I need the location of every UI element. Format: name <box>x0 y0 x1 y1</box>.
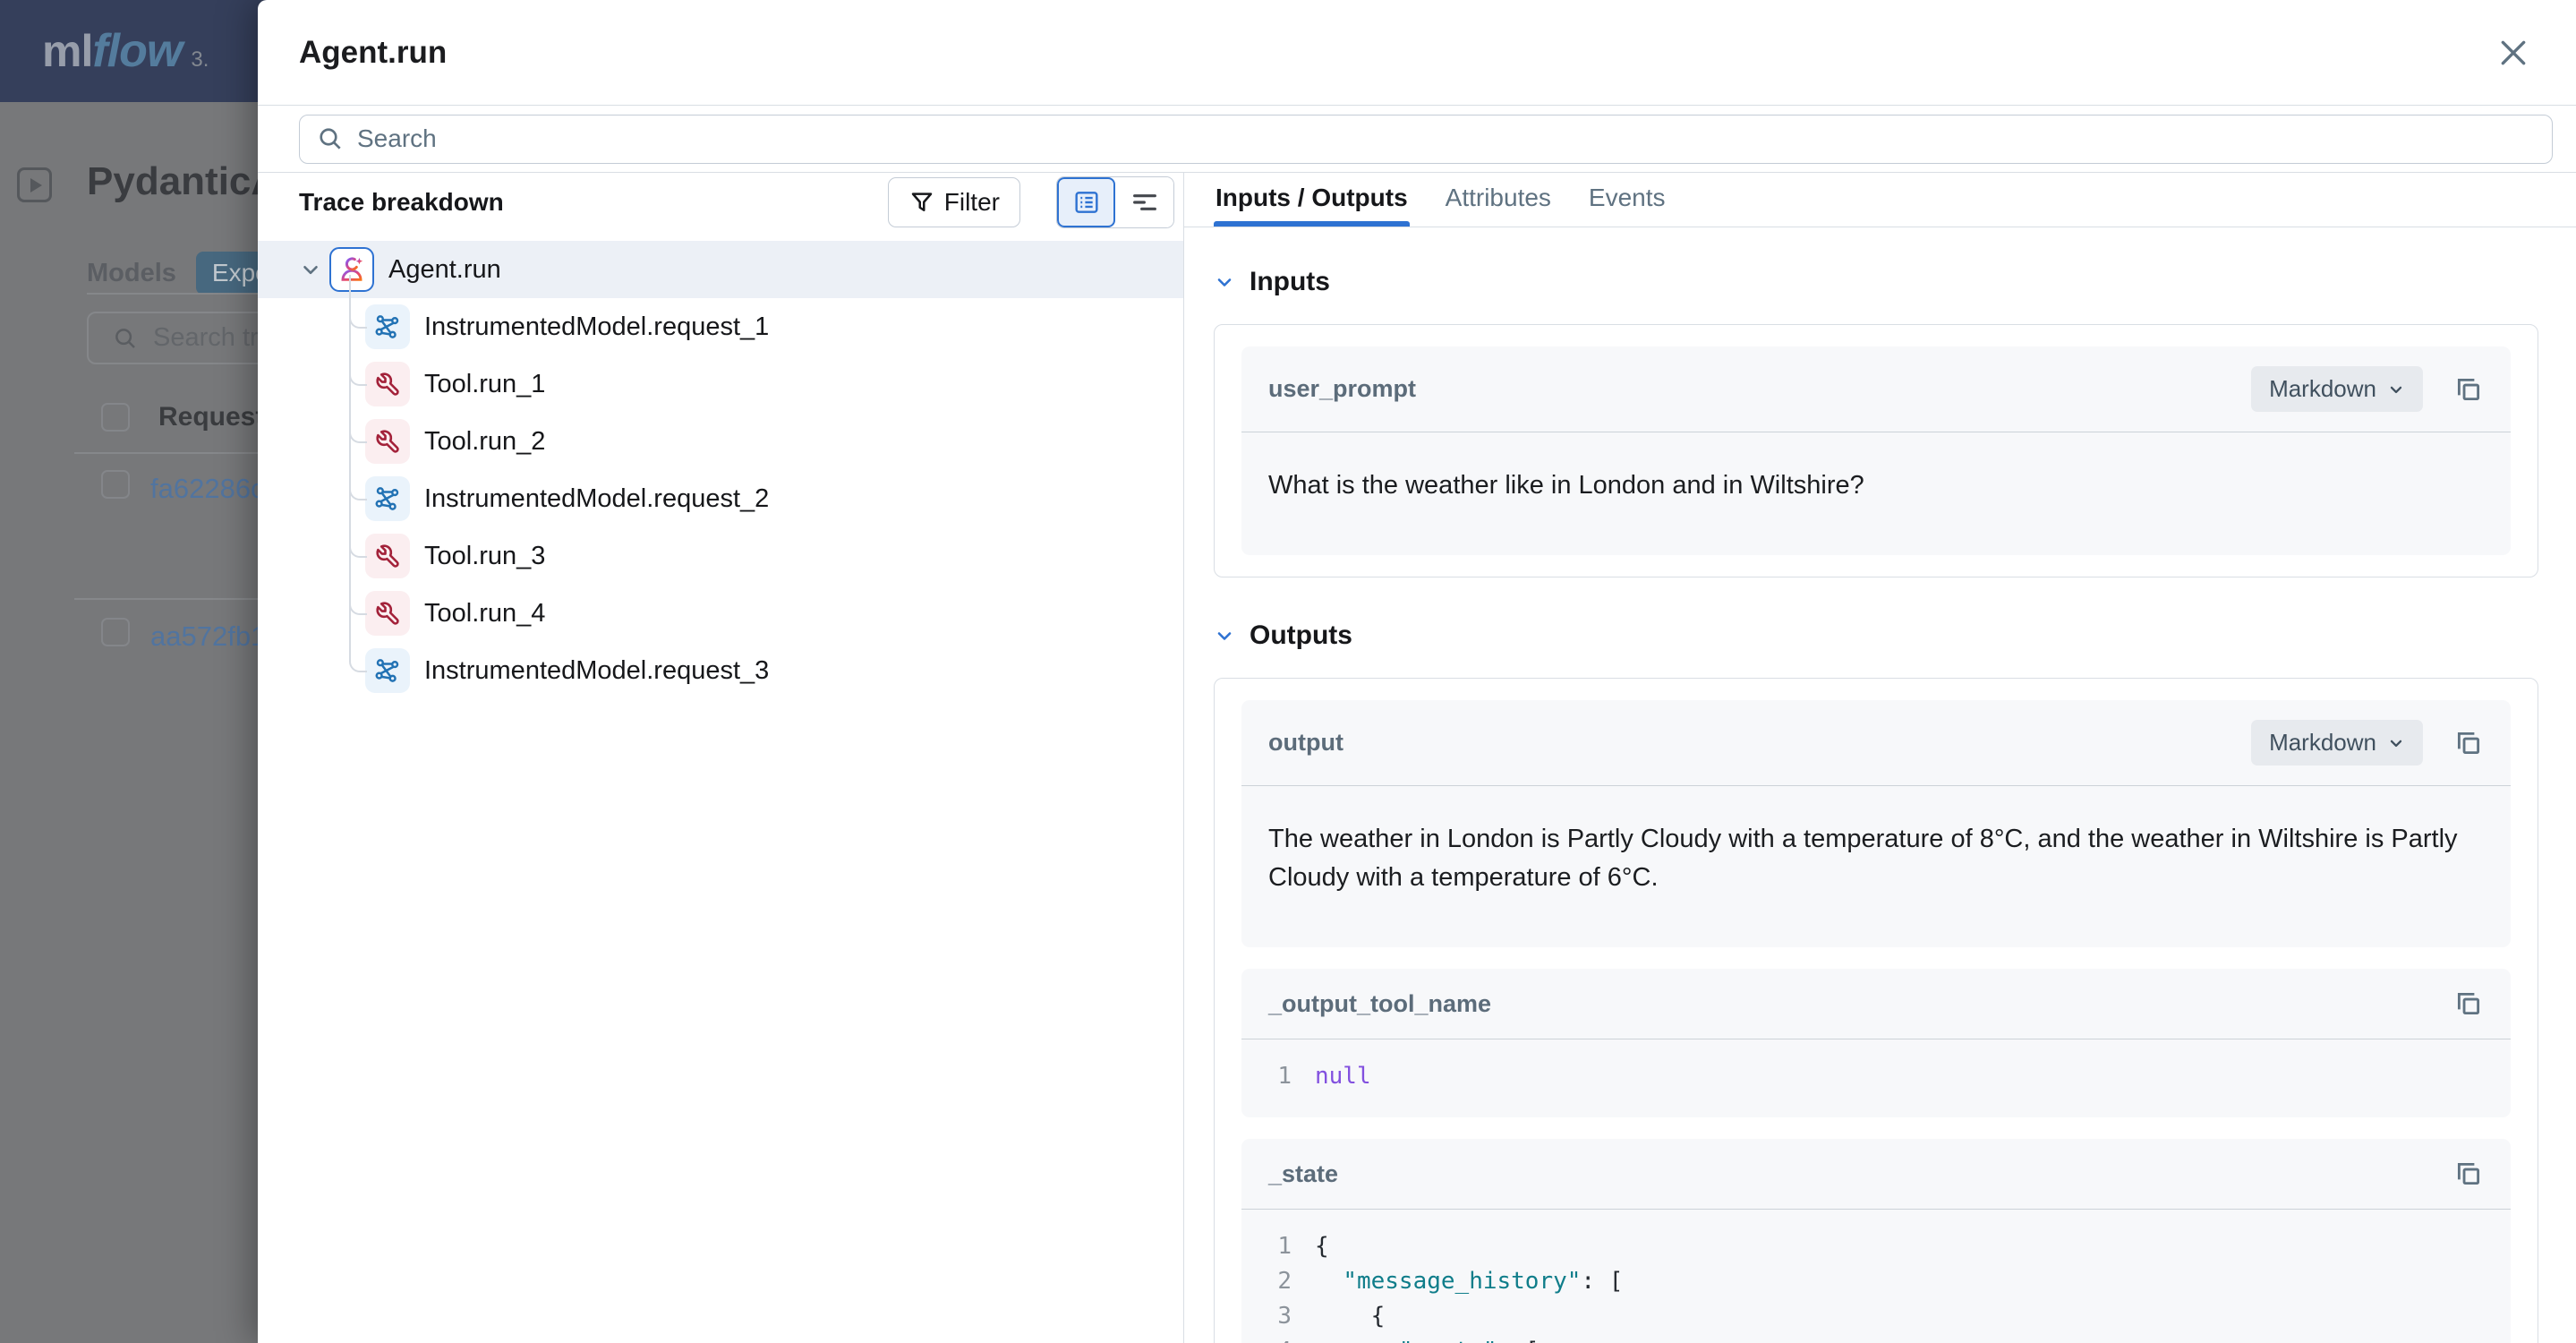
tree-node-label: Tool.run_2 <box>424 427 545 457</box>
tree-node-label: InstrumentedModel.request_3 <box>424 656 769 686</box>
tab-attributes[interactable]: Attributes <box>1444 184 1553 227</box>
output-field: output Markdown The w <box>1241 700 2511 947</box>
outputs-section-header[interactable]: Outputs <box>1214 620 2538 651</box>
trace-link[interactable]: fa62286c <box>150 473 265 505</box>
tree-node-label: Tool.run_1 <box>424 370 545 399</box>
span-search-input[interactable] <box>357 124 2552 153</box>
tree-node-label: Tool.run_4 <box>424 599 545 629</box>
copy-button[interactable] <box>2453 1159 2484 1189</box>
tree-node-label: InstrumentedModel.request_1 <box>424 312 769 342</box>
model-icon <box>374 485 401 512</box>
timeline-view-icon <box>1130 188 1159 217</box>
tab-inputs-outputs[interactable]: Inputs / Outputs <box>1214 184 1410 227</box>
inputs-section-header[interactable]: Inputs <box>1214 267 2538 297</box>
tool-icon <box>374 428 401 455</box>
copy-icon <box>2453 728 2484 758</box>
trace-link[interactable]: aa572fb1 <box>150 620 266 653</box>
tree-node-model-request-2[interactable]: InstrumentedModel.request_2 <box>258 470 1183 527</box>
renderer-select[interactable]: Markdown <box>2251 720 2423 766</box>
outputs-card: output Markdown The w <box>1214 678 2538 1343</box>
timeline-view-toggle[interactable] <box>1115 177 1173 227</box>
sidebar-expand-icon[interactable] <box>17 167 52 202</box>
row-checkbox[interactable] <box>101 470 130 499</box>
chevron-down-icon <box>2387 381 2405 398</box>
mlflow-logo[interactable]: ml flow 3. <box>42 24 209 78</box>
modal-title: Agent.run <box>299 35 447 71</box>
copy-button[interactable] <box>2453 374 2484 405</box>
field-key: user_prompt <box>1268 375 1416 403</box>
request-column-header: Request <box>158 402 264 432</box>
chevron-down-icon <box>1214 271 1235 293</box>
state-field: _state 1 { <box>1241 1139 2511 1343</box>
output-tool-name-field: _output_tool_name 1 null <box>1241 969 2511 1117</box>
field-key: output <box>1268 729 1343 757</box>
tree-node-label: InstrumentedModel.request_2 <box>424 484 769 514</box>
field-key: _output_tool_name <box>1268 990 1491 1018</box>
list-view-icon <box>1072 188 1101 217</box>
field-value: What is the weather like in London and i… <box>1241 432 2511 555</box>
tree-node-model-request-3[interactable]: InstrumentedModel.request_3 <box>258 642 1183 699</box>
trace-breakdown-panel: Trace breakdown Filter <box>258 173 1184 1343</box>
field-key: _state <box>1268 1160 1338 1188</box>
modal-search-row <box>258 106 2576 173</box>
field-value: The weather in London is Partly Cloudy w… <box>1241 786 2511 947</box>
model-icon <box>374 657 401 684</box>
span-detail-panel: Inputs / Outputs Attributes Events Input… <box>1184 173 2576 1343</box>
detail-content: Inputs user_prompt Markdown <box>1184 227 2576 1343</box>
tree-node-model-request-1[interactable]: InstrumentedModel.request_1 <box>258 298 1183 355</box>
tab-events[interactable]: Events <box>1587 184 1668 227</box>
tree-view-toggle[interactable] <box>1057 177 1115 227</box>
logo-flow-text: flow <box>92 24 182 78</box>
outputs-section-title: Outputs <box>1250 620 1352 651</box>
tree-node-label: Agent.run <box>388 255 501 285</box>
tree-node-label: Tool.run_3 <box>424 542 545 571</box>
tool-icon <box>374 543 401 569</box>
tree-node-agent-run[interactable]: Agent.run <box>258 241 1183 298</box>
close-icon <box>2495 35 2531 71</box>
tab-models[interactable]: Models <box>87 259 176 288</box>
experiment-title: PydanticA <box>87 159 279 204</box>
tool-icon <box>374 600 401 627</box>
tool-icon <box>374 371 401 398</box>
trace-detail-modal: Agent.run Trace breakdown Filter <box>258 0 2576 1343</box>
copy-button[interactable] <box>2453 988 2484 1019</box>
span-tree: Agent.run InstrumentedModel.request_1 To… <box>258 232 1183 1343</box>
copy-icon <box>2453 374 2484 405</box>
logo-ml-text: ml <box>42 25 92 77</box>
modal-header: Agent.run <box>258 0 2576 106</box>
logo-version: 3. <box>191 47 209 73</box>
detail-tabs: Inputs / Outputs Attributes Events <box>1184 173 2576 227</box>
code-block: 1 { 2 "message_history": [ 3 { <box>1241 1210 2511 1343</box>
chevron-down-icon <box>1214 625 1235 646</box>
code-block: 1 null <box>1241 1039 2511 1117</box>
tree-node-tool-run-4[interactable]: Tool.run_4 <box>258 585 1183 642</box>
tree-node-tool-run-2[interactable]: Tool.run_2 <box>258 413 1183 470</box>
copy-button[interactable] <box>2453 728 2484 758</box>
span-search[interactable] <box>299 115 2553 164</box>
select-all-checkbox[interactable] <box>101 403 130 432</box>
inputs-card: user_prompt Markdown <box>1214 324 2538 577</box>
model-icon <box>374 313 401 340</box>
copy-icon <box>2453 988 2484 1019</box>
tree-node-tool-run-1[interactable]: Tool.run_1 <box>258 355 1183 413</box>
inputs-section-title: Inputs <box>1250 267 1330 297</box>
search-icon <box>316 124 345 153</box>
renderer-select[interactable]: Markdown <box>2251 366 2423 412</box>
user-prompt-field: user_prompt Markdown <box>1241 346 2511 555</box>
close-button[interactable] <box>2494 33 2533 73</box>
trace-breakdown-title: Trace breakdown <box>299 188 504 217</box>
tree-node-tool-run-3[interactable]: Tool.run_3 <box>258 527 1183 585</box>
search-icon <box>112 325 139 352</box>
copy-icon <box>2453 1159 2484 1189</box>
chevron-down-icon <box>299 258 322 281</box>
view-toggle-group <box>1056 176 1174 228</box>
chevron-down-icon <box>2387 734 2405 752</box>
filter-button[interactable]: Filter <box>888 177 1020 227</box>
filter-icon <box>908 189 935 216</box>
row-checkbox[interactable] <box>101 618 130 646</box>
